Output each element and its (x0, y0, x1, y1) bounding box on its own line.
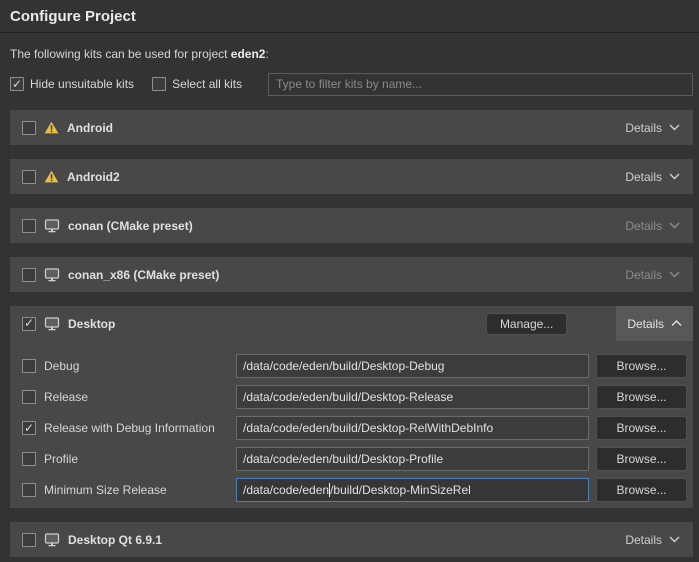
kit-conan-checkbox[interactable] (22, 219, 36, 233)
intro-text: The following kits can be used for proje… (10, 47, 693, 61)
chevron-down-icon (669, 124, 680, 131)
kit-filter-input[interactable] (268, 73, 693, 96)
config-relwithdebinfo-label: Release with Debug Information (44, 421, 215, 435)
config-row-debug: Debug /data/code/eden/build/Desktop-Debu… (22, 354, 687, 378)
kit-row-desktop-qt: Desktop Qt 6.9.1 Details (10, 522, 693, 557)
config-release-browse-button[interactable]: Browse... (596, 385, 687, 409)
config-minsizerel-path-before-caret: /data/code/eden (243, 483, 329, 497)
chevron-down-icon (669, 173, 680, 180)
config-debug-path-text: /data/code/eden/build/Desktop-Debug (243, 359, 444, 373)
config-debug-browse-button[interactable]: Browse... (596, 354, 687, 378)
kit-conan-x86-name: conan_x86 (CMake preset) (68, 268, 219, 282)
kit-conan-details-button[interactable]: Details (625, 219, 693, 233)
config-relwithdebinfo-browse-button[interactable]: Browse... (596, 416, 687, 440)
details-label: Details (625, 533, 662, 547)
filter-controls: Hide unsuitable kits Select all kits (10, 72, 693, 96)
desktop-monitor-icon (44, 219, 60, 233)
config-profile-browse-button[interactable]: Browse... (596, 447, 687, 471)
config-row-relwithdebinfo: Release with Debug Information /data/cod… (22, 416, 687, 440)
chevron-down-icon (669, 222, 680, 229)
config-minsizerel-checkbox[interactable] (22, 483, 36, 497)
config-profile-left: Profile (22, 452, 236, 466)
kit-android2-details-button[interactable]: Details (625, 170, 693, 184)
config-profile-path-input[interactable]: /data/code/eden/build/Desktop-Profile (236, 447, 589, 471)
desktop-monitor-icon (44, 317, 60, 331)
details-label: Details (625, 268, 662, 282)
config-release-left: Release (22, 390, 236, 404)
chevron-down-icon (669, 536, 680, 543)
config-relwithdebinfo-left: Release with Debug Information (22, 421, 236, 435)
config-minsizerel-left: Minimum Size Release (22, 483, 236, 497)
kit-android2-name: Android2 (67, 170, 120, 184)
desktop-monitor-icon (44, 533, 60, 547)
warning-icon (44, 121, 59, 134)
kit-android-name: Android (67, 121, 113, 135)
select-all-kits-label: Select all kits (172, 77, 242, 91)
kit-desktop-qt-name: Desktop Qt 6.9.1 (68, 533, 162, 547)
config-relwithdebinfo-path-input[interactable]: /data/code/eden/build/Desktop-RelWithDeb… (236, 416, 589, 440)
kit-desktop-qt-details-button[interactable]: Details (625, 533, 693, 547)
kit-section-desktop: Desktop Manage... Details Debug /data/co… (10, 306, 693, 508)
kit-desktop-details-button[interactable]: Details (616, 306, 693, 341)
config-minsizerel-label: Minimum Size Release (44, 483, 167, 497)
config-relwithdebinfo-path-text: /data/code/eden/build/Desktop-RelWithDeb… (243, 421, 493, 435)
config-row-profile: Profile /data/code/eden/build/Desktop-Pr… (22, 447, 687, 471)
hide-unsuitable-kits-checkbox-group[interactable]: Hide unsuitable kits (10, 77, 134, 91)
kit-android-details-button[interactable]: Details (625, 121, 693, 135)
hide-unsuitable-kits-label: Hide unsuitable kits (30, 77, 134, 91)
config-profile-checkbox[interactable] (22, 452, 36, 466)
chevron-down-icon (669, 271, 680, 278)
intro-text-after: : (265, 47, 268, 61)
config-debug-left: Debug (22, 359, 236, 373)
title-separator (0, 32, 699, 34)
select-all-kits-checkbox[interactable] (152, 77, 166, 91)
kit-row-android: Android Details (10, 110, 693, 145)
hide-unsuitable-kits-checkbox[interactable] (10, 77, 24, 91)
config-release-checkbox[interactable] (22, 390, 36, 404)
desktop-monitor-icon (44, 268, 60, 282)
kit-desktop-name: Desktop (68, 317, 115, 331)
config-row-minsizerel: Minimum Size Release /data/code/eden/bui… (22, 478, 687, 502)
details-label: Details (625, 219, 662, 233)
config-debug-label: Debug (44, 359, 79, 373)
config-debug-path-input[interactable]: /data/code/eden/build/Desktop-Debug (236, 354, 589, 378)
kit-conan-x86-checkbox[interactable] (22, 268, 36, 282)
kit-row-android2: Android2 Details (10, 159, 693, 194)
config-release-path-text: /data/code/eden/build/Desktop-Release (243, 390, 453, 404)
details-label: Details (627, 317, 664, 331)
page-title: Configure Project (10, 0, 693, 32)
kit-desktop-qt-checkbox[interactable] (22, 533, 36, 547)
chevron-up-icon (671, 320, 682, 327)
kit-row-conan: conan (CMake preset) Details (10, 208, 693, 243)
config-release-label: Release (44, 390, 88, 404)
kit-row-conan-x86: conan_x86 (CMake preset) Details (10, 257, 693, 292)
config-minsizerel-path-after-caret: /build/Desktop-MinSizeRel (330, 483, 471, 497)
kit-conan-x86-details-button[interactable]: Details (625, 268, 693, 282)
select-all-kits-checkbox-group[interactable]: Select all kits (152, 77, 242, 91)
config-minsizerel-browse-button[interactable]: Browse... (596, 478, 687, 502)
configure-project-page: Configure Project The following kits can… (0, 0, 699, 557)
intro-text-before: The following kits can be used for proje… (10, 47, 231, 61)
config-profile-path-text: /data/code/eden/build/Desktop-Profile (243, 452, 443, 466)
kit-android2-checkbox[interactable] (22, 170, 36, 184)
config-release-path-input[interactable]: /data/code/eden/build/Desktop-Release (236, 385, 589, 409)
config-relwithdebinfo-checkbox[interactable] (22, 421, 36, 435)
kit-conan-name: conan (CMake preset) (68, 219, 193, 233)
config-minsizerel-path-input[interactable]: /data/code/eden/build/Desktop-MinSizeRel (236, 478, 589, 502)
kit-android-checkbox[interactable] (22, 121, 36, 135)
config-profile-label: Profile (44, 452, 78, 466)
details-label: Details (625, 170, 662, 184)
kit-row-desktop: Desktop Manage... Details (10, 306, 693, 341)
kit-desktop-checkbox[interactable] (22, 317, 36, 331)
config-debug-checkbox[interactable] (22, 359, 36, 373)
details-label: Details (625, 121, 662, 135)
config-row-release: Release /data/code/eden/build/Desktop-Re… (22, 385, 687, 409)
warning-icon (44, 170, 59, 183)
project-name: eden2 (231, 47, 266, 61)
manage-kits-button[interactable]: Manage... (486, 313, 567, 335)
